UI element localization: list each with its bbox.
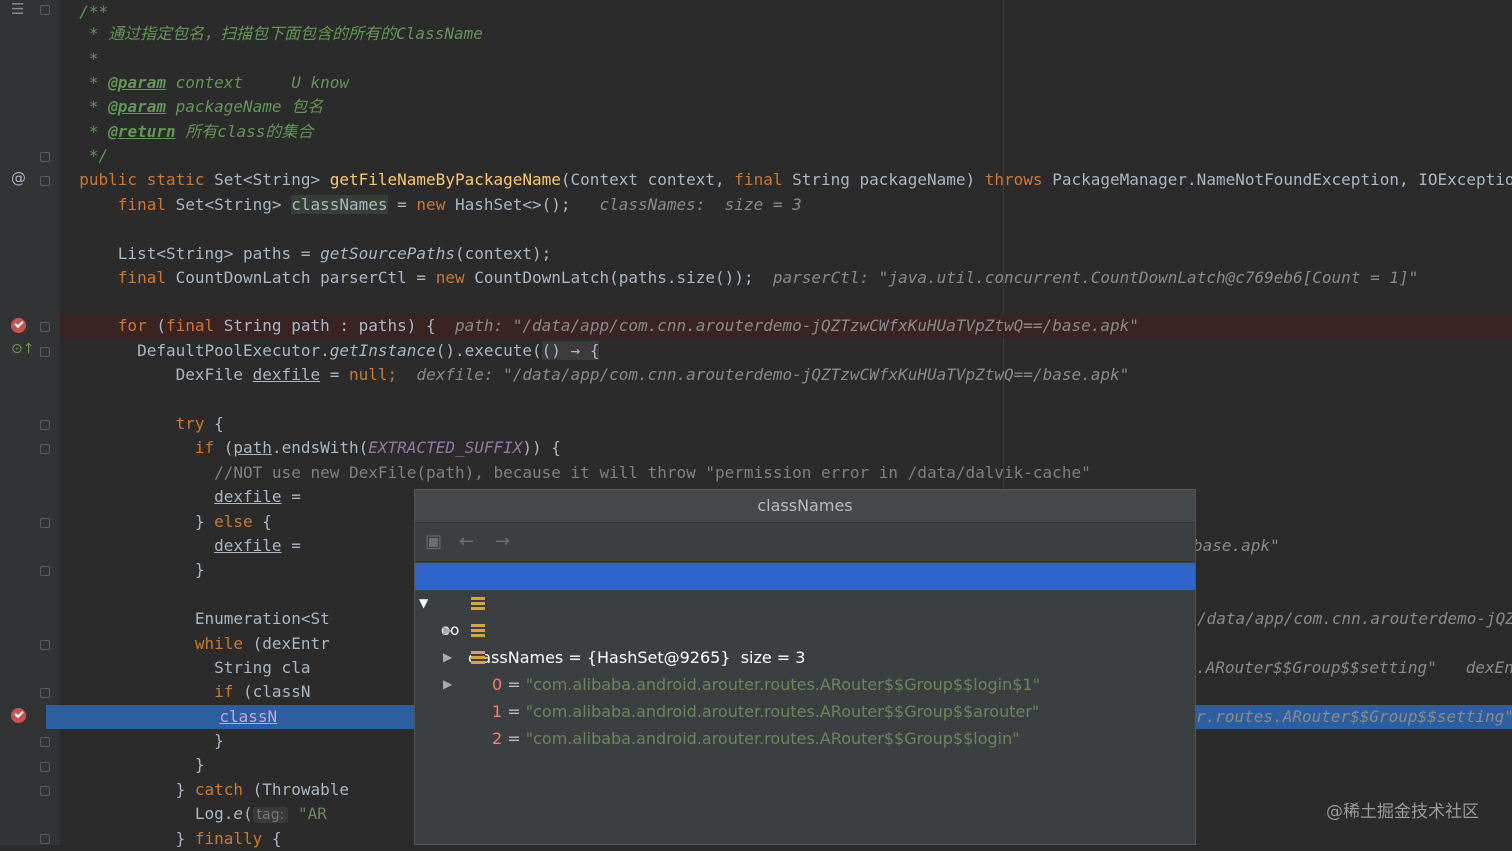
fold-marker-icon[interactable] xyxy=(40,152,50,162)
fold-marker-icon[interactable] xyxy=(40,322,50,332)
variable-inspector-popup[interactable]: classNames ▣ ← → ▼ oo classNames = {Hash… xyxy=(414,489,1196,845)
code-line: DexFile dexfile = null; dexfile: "/data/… xyxy=(175,365,1130,384)
tree-row-item[interactable]: ▶ 0 = "com.alibaba.android.arouter.route… xyxy=(415,590,1195,694)
field-icon xyxy=(471,651,485,664)
override-at-icon[interactable]: @ xyxy=(11,169,26,187)
code-line: * @param packageName 包名 xyxy=(79,97,324,116)
code-line: * @return 所有class的集合 xyxy=(79,122,314,141)
code-line: */ xyxy=(79,146,109,165)
fold-marker-icon[interactable] xyxy=(40,518,50,528)
code-line: DefaultPoolExecutor.getInstance().execut… xyxy=(137,341,600,360)
breakpoint-icon[interactable] xyxy=(11,318,26,333)
code-line: List<String> paths = getSourcePaths(cont… xyxy=(117,244,552,263)
fold-marker-icon[interactable] xyxy=(40,786,50,796)
code-line: * xyxy=(79,49,99,68)
structure-icon[interactable]: ☰ xyxy=(11,0,24,18)
code-line-breakpoint: for (final String path : paths) { path: … xyxy=(60,314,1512,338)
field-icon xyxy=(471,624,485,637)
code-line: * 通过指定包名，扫描包下面包含的所有的ClassName xyxy=(79,24,483,43)
fold-marker-icon[interactable] xyxy=(40,444,50,454)
popup-title[interactable]: classNames xyxy=(415,490,1195,523)
fold-marker-icon[interactable] xyxy=(40,5,50,15)
code-line: final Set<String> classNames = new HashS… xyxy=(117,195,802,214)
folder-icon[interactable]: ▣ xyxy=(425,531,442,553)
code-line: * @param context U know xyxy=(79,73,349,92)
fold-marker-icon[interactable] xyxy=(40,762,50,772)
code-line: /** xyxy=(79,2,109,21)
fold-marker-icon[interactable] xyxy=(40,566,50,576)
fold-marker-icon[interactable] xyxy=(40,347,50,357)
fold-marker-icon[interactable] xyxy=(40,834,50,844)
fold-marker-icon[interactable] xyxy=(40,176,50,186)
code-line: public static Set<String> getFileNameByP… xyxy=(79,170,1512,189)
fold-marker-icon[interactable] xyxy=(40,688,50,698)
code-line: try { xyxy=(175,414,224,433)
watermark: @稀土掘金技术社区 xyxy=(1326,802,1479,822)
fold-marker-icon[interactable] xyxy=(40,640,50,650)
back-arrow-icon[interactable]: ← xyxy=(459,531,474,553)
fold-marker-icon[interactable] xyxy=(40,737,50,747)
tree-row-item[interactable]: ▶ 1 = "com.alibaba.android.arouter.route… xyxy=(415,617,1195,721)
code-line: //NOT use new DexFile(path), because it … xyxy=(214,463,1091,482)
popup-toolbar: ▣ ← → xyxy=(415,523,1195,562)
code-line: if (path.endsWith(EXTRACTED_SUFFIX)) { xyxy=(194,438,561,457)
expand-triangle-icon[interactable]: ▶ xyxy=(443,671,452,698)
breakpoint-icon[interactable] xyxy=(11,708,26,723)
lambda-breakpoint-icon[interactable]: ⊙↑ xyxy=(11,341,34,357)
tree-row-item[interactable]: ▶ 2 = "com.alibaba.android.arouter.route… xyxy=(415,644,1195,748)
forward-arrow-icon[interactable]: → xyxy=(495,531,510,553)
field-icon xyxy=(471,597,485,610)
tree-row-root[interactable]: ▼ oo classNames = {HashSet@9265} size = … xyxy=(415,563,1195,667)
fold-marker-icon[interactable] xyxy=(40,420,50,430)
code-line: final CountDownLatch parserCtl = new Cou… xyxy=(117,268,1419,287)
